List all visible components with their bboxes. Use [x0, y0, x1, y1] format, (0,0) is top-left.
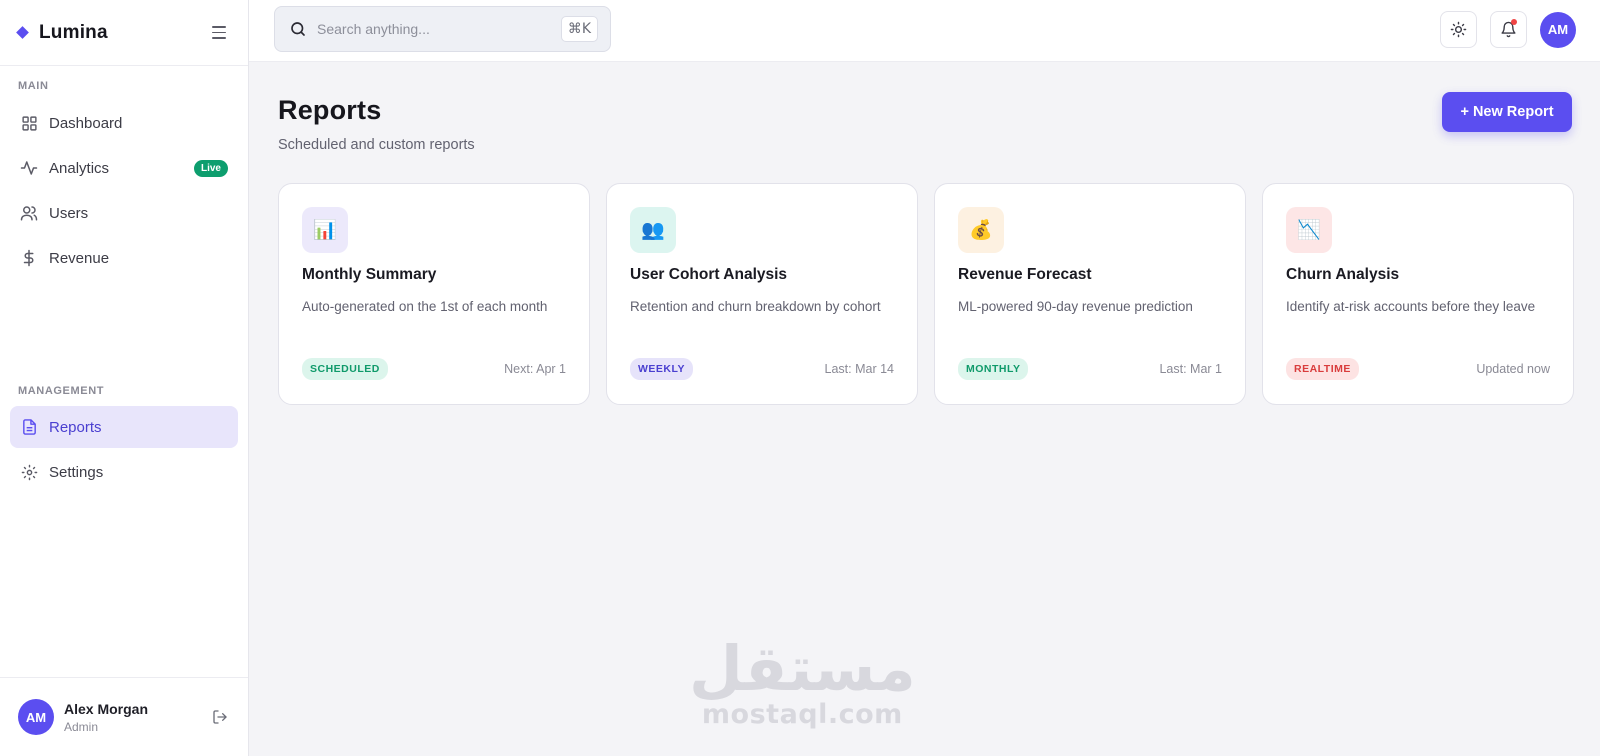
brand-name: Lumina — [39, 21, 108, 43]
report-card-footer: REALTIME Updated now — [1286, 358, 1550, 380]
status-badge: REALTIME — [1286, 358, 1359, 380]
watermark: مستقل mostaql.com — [689, 632, 916, 731]
theme-toggle-button[interactable] — [1440, 11, 1477, 48]
main-content: Reports Scheduled and custom reports + N… — [249, 62, 1600, 756]
report-card-title: Churn Analysis — [1286, 266, 1400, 283]
user-role: Admin — [64, 719, 99, 734]
report-card-description: Retention and churn breakdown by cohort — [630, 299, 881, 314]
user-name: Alex Morgan — [64, 700, 149, 717]
report-card-footer: MONTHLY Last: Mar 1 — [958, 358, 1222, 380]
page-title: Reports — [278, 95, 382, 125]
menu-toggle-icon[interactable] — [208, 22, 230, 44]
report-card[interactable]: 📉 Churn Analysis Identify at-risk accoun… — [1262, 183, 1574, 405]
activity-icon — [20, 159, 38, 177]
gear-icon — [20, 463, 38, 481]
main-nav: Dashboard Analytics Live Users Revenue — [0, 102, 248, 279]
sidebar-item-label: Revenue — [49, 249, 110, 267]
money-bag-icon: 💰 — [958, 207, 1004, 253]
sidebar-item-users[interactable]: Users — [10, 192, 238, 234]
watermark-arabic: مستقل — [689, 632, 916, 705]
sidebar-item-label: Dashboard — [49, 114, 123, 132]
sidebar-item-label: Analytics — [49, 159, 110, 177]
report-card-meta: Next: Apr 1 — [504, 362, 566, 376]
watermark-latin: mostaql.com — [701, 699, 903, 730]
user-meta: Alex Morgan Admin — [64, 701, 148, 734]
users-icon — [20, 204, 38, 222]
sidebar-item-analytics[interactable]: Analytics Live — [10, 147, 238, 189]
sidebar-item-label: Settings — [49, 463, 104, 481]
brand-header: Lumina — [0, 0, 248, 66]
status-badge: SCHEDULED — [302, 358, 388, 380]
section-label-main: MAIN — [18, 80, 49, 92]
report-card-description: ML-powered 90-day revenue prediction — [958, 299, 1193, 314]
sidebar-item-reports[interactable]: Reports — [10, 406, 238, 448]
brand-logo-icon — [16, 26, 29, 39]
search-icon — [291, 22, 305, 36]
dollar-icon — [20, 249, 38, 267]
report-card[interactable]: 💰 Revenue Forecast ML-powered 90-day rev… — [934, 183, 1246, 405]
user-profile: AM Alex Morgan Admin — [0, 677, 248, 756]
page-subtitle: Scheduled and custom reports — [278, 137, 475, 153]
status-badge: WEEKLY — [630, 358, 693, 380]
report-card-description: Identify at-risk accounts before they le… — [1286, 299, 1536, 314]
bar-chart-icon: 📊 — [302, 207, 348, 253]
report-card-title: User Cohort Analysis — [630, 266, 788, 283]
top-actions: AM — [1440, 11, 1576, 48]
status-badge: MONTHLY — [958, 358, 1029, 380]
report-card-footer: WEEKLY Last: Mar 14 — [630, 358, 894, 380]
sidebar: Lumina MAIN Dashboard Analytics Live Use… — [0, 0, 249, 756]
report-card-title: Revenue Forecast — [958, 266, 1092, 283]
management-nav: Reports Settings — [0, 406, 248, 496]
search-shortcut: ⌘K — [560, 16, 598, 42]
search-input[interactable] — [317, 21, 561, 37]
logout-icon[interactable] — [210, 707, 230, 727]
people-icon: 👥 — [630, 207, 676, 253]
sun-icon — [1450, 21, 1467, 38]
grid-icon — [20, 114, 38, 132]
avatar[interactable]: AM — [1540, 11, 1576, 48]
notifications-button[interactable] — [1490, 11, 1527, 48]
avatar[interactable]: AM — [18, 699, 54, 735]
report-card[interactable]: 📊 Monthly Summary Auto-generated on the … — [278, 183, 590, 405]
sidebar-item-label: Reports — [49, 418, 102, 436]
sidebar-item-settings[interactable]: Settings — [10, 451, 238, 493]
report-card-footer: SCHEDULED Next: Apr 1 — [302, 358, 566, 380]
section-label-management: MANAGEMENT — [18, 385, 105, 397]
sidebar-item-dashboard[interactable]: Dashboard — [10, 102, 238, 144]
notification-dot — [1511, 19, 1517, 25]
report-card-meta: Last: Mar 14 — [824, 362, 894, 376]
search-box[interactable]: ⌘K — [274, 6, 611, 52]
report-card-title: Monthly Summary — [302, 266, 437, 283]
report-card-meta: Last: Mar 1 — [1159, 362, 1222, 376]
file-icon — [20, 418, 38, 436]
report-card[interactable]: 👥 User Cohort Analysis Retention and chu… — [606, 183, 918, 405]
new-report-button[interactable]: + New Report — [1442, 92, 1572, 132]
topbar: ⌘K AM — [249, 0, 1600, 62]
live-badge: Live — [193, 159, 228, 177]
report-cards: 📊 Monthly Summary Auto-generated on the … — [278, 183, 1574, 405]
report-card-meta: Updated now — [1476, 362, 1550, 376]
sidebar-item-revenue[interactable]: Revenue — [10, 237, 238, 279]
trend-down-icon: 📉 — [1286, 207, 1332, 253]
report-card-description: Auto-generated on the 1st of each month — [302, 299, 548, 314]
sidebar-item-label: Users — [49, 204, 89, 222]
